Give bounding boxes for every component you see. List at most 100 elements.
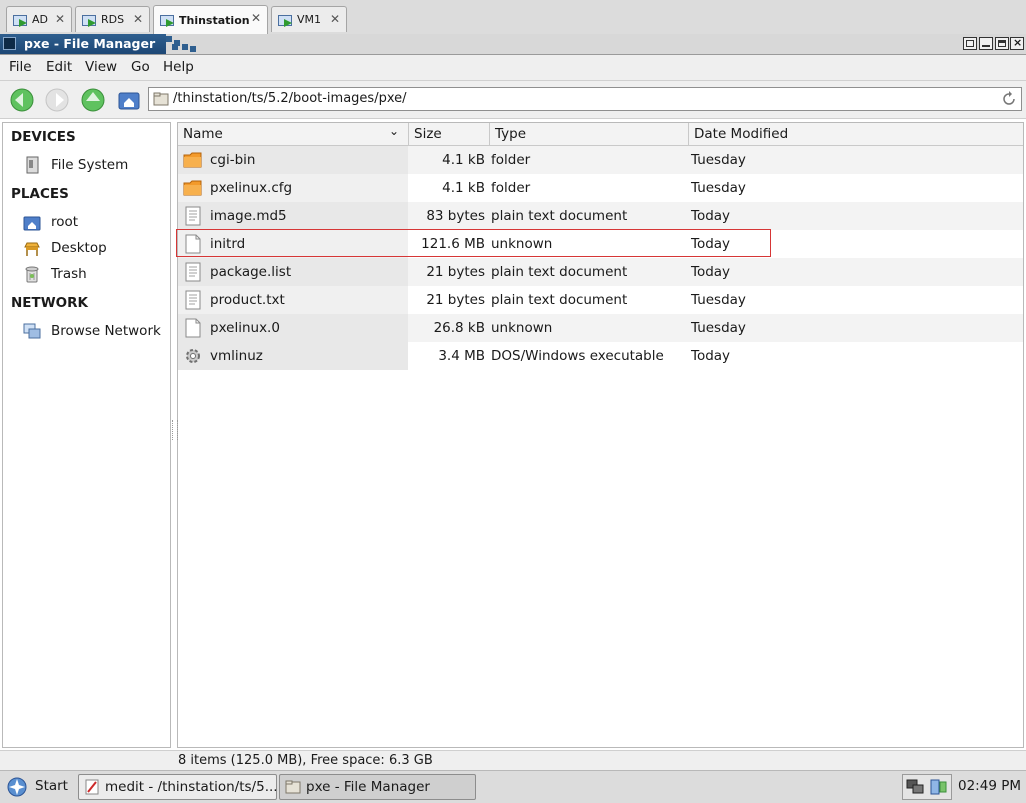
- up-button[interactable]: [80, 87, 106, 113]
- close-icon[interactable]: ✕: [330, 12, 340, 26]
- sidebar-item-label: Browse Network: [51, 323, 161, 339]
- file-type: DOS/Windows executable: [491, 348, 664, 364]
- location-path: /thinstation/ts/5.2/boot-images/pxe/: [173, 91, 407, 106]
- folder-icon: [285, 780, 301, 794]
- column-header-date-modified[interactable]: Date Modified: [688, 123, 1023, 146]
- remote-session-icon: [160, 13, 174, 27]
- file-type: plain text document: [491, 208, 628, 224]
- menu-go[interactable]: Go: [131, 59, 150, 75]
- tab-ad[interactable]: AD ✕: [6, 6, 72, 32]
- taskbar: Start medit - /thinstation/ts/5.... pxe …: [0, 770, 1026, 803]
- selection-highlight-box: [176, 229, 771, 257]
- table-row[interactable]: package.list 21 bytes plain text documen…: [178, 258, 1023, 286]
- start-logo-icon: [7, 777, 27, 797]
- desktop-icon: [24, 242, 40, 256]
- table-row[interactable]: cgi-bin 4.1 kB folder Tuesday: [178, 146, 1023, 174]
- file-date: Today: [691, 348, 731, 364]
- tab-label: RDS: [101, 13, 125, 26]
- menu-file[interactable]: File: [9, 59, 32, 75]
- reload-icon[interactable]: [1001, 91, 1017, 107]
- file-name: cgi-bin: [210, 152, 256, 168]
- taskbar-task-medit[interactable]: medit - /thinstation/ts/5....: [78, 774, 282, 800]
- back-button[interactable]: [9, 87, 35, 113]
- tab-label: AD: [32, 13, 48, 26]
- file-name: pxelinux.cfg: [210, 180, 293, 196]
- tab-label: VM1: [297, 13, 322, 26]
- up-arrow-icon: [81, 88, 105, 112]
- title-decoration: [166, 36, 200, 52]
- table-row[interactable]: vmlinuz 3.4 MB DOS/Windows executable To…: [178, 342, 1023, 370]
- minimize-button[interactable]: [979, 37, 993, 50]
- close-button[interactable]: ×: [1010, 36, 1024, 50]
- back-arrow-icon: [10, 88, 34, 112]
- sidebar-item-file-system[interactable]: File System: [21, 154, 169, 176]
- close-icon: ×: [1013, 36, 1023, 49]
- network-status-icon[interactable]: [906, 778, 926, 796]
- file-date: Tuesday: [691, 320, 746, 336]
- file-size: 83 bytes: [426, 208, 485, 224]
- table-row[interactable]: product.txt 21 bytes plain text document…: [178, 286, 1023, 314]
- text-file-icon: [185, 262, 201, 282]
- tab-rds[interactable]: RDS ✕: [75, 6, 150, 32]
- location-bar[interactable]: /thinstation/ts/5.2/boot-images/pxe/: [148, 87, 1022, 111]
- tab-vm1[interactable]: VM1 ✕: [271, 6, 347, 32]
- remote-session-icon: [278, 13, 292, 27]
- sidebar-item-desktop[interactable]: Desktop: [21, 237, 169, 259]
- menu-view[interactable]: View: [85, 59, 117, 75]
- sidebar-item-label: Trash: [51, 266, 87, 282]
- clock: 02:49 PM: [958, 778, 1021, 794]
- table-row[interactable]: image.md5 83 bytes plain text document T…: [178, 202, 1023, 230]
- folder-icon: [183, 152, 202, 168]
- file-size: 21 bytes: [426, 292, 485, 308]
- shade-button[interactable]: [963, 37, 977, 50]
- tab-thinstation[interactable]: Thinstation ✕: [153, 5, 268, 34]
- file-name: product.txt: [210, 292, 285, 308]
- folder-icon: [183, 180, 202, 196]
- window-menu-icon[interactable]: [3, 37, 16, 50]
- taskbar-task-file-manager[interactable]: pxe - File Manager: [279, 774, 476, 800]
- window-title-bar[interactable]: pxe - File Manager ×: [0, 34, 1026, 55]
- file-type: folder: [491, 152, 531, 168]
- close-icon[interactable]: ✕: [251, 11, 261, 25]
- executable-gear-icon: [186, 349, 200, 363]
- sidebar-item-trash[interactable]: Trash: [21, 263, 169, 285]
- table-row[interactable]: pxelinux.0 26.8 kB unknown Tuesday: [178, 314, 1023, 342]
- menu-help[interactable]: Help: [163, 59, 194, 75]
- remote-session-icon: [13, 13, 27, 27]
- status-bar: 8 items (125.0 MB), Free space: 6.3 GB: [0, 750, 1026, 771]
- trash-icon: [25, 266, 39, 283]
- file-size: 26.8 kB: [433, 320, 485, 336]
- close-icon[interactable]: ✕: [133, 12, 143, 26]
- drive-icon: [26, 156, 39, 174]
- task-label: medit - /thinstation/ts/5....: [105, 779, 282, 795]
- forward-button[interactable]: [44, 87, 70, 113]
- maximize-button[interactable]: [995, 37, 1009, 50]
- sidebar-heading-places: PLACES: [11, 186, 69, 202]
- sidebar-item-label: root: [51, 214, 79, 230]
- menu-edit[interactable]: Edit: [46, 59, 72, 75]
- network-icon: [23, 323, 41, 339]
- system-tray: [902, 774, 952, 800]
- sidebar-item-label: File System: [51, 157, 129, 173]
- column-header-name[interactable]: Name ⌄: [178, 123, 408, 146]
- column-header-size[interactable]: Size: [408, 123, 489, 146]
- tab-label: Thinstation: [179, 13, 250, 27]
- file-name: package.list: [210, 264, 292, 280]
- folder-icon: [153, 92, 169, 106]
- sidebar-item-browse-network[interactable]: Browse Network: [21, 320, 169, 342]
- close-icon[interactable]: ✕: [55, 12, 65, 26]
- sidebar: DEVICES File System PLACES root Desktop …: [2, 122, 171, 748]
- column-header-type[interactable]: Type: [489, 123, 688, 146]
- connection-status-icon[interactable]: [929, 778, 949, 796]
- sidebar-heading-devices: DEVICES: [11, 129, 76, 145]
- menu-bar: File Edit View Go Help: [0, 55, 1026, 81]
- home-button[interactable]: [116, 87, 142, 113]
- sidebar-item-root[interactable]: root: [21, 211, 169, 233]
- sidebar-heading-network: NETWORK: [11, 295, 88, 311]
- chevron-down-icon: ⌄: [389, 124, 400, 138]
- column-label: Size: [414, 126, 442, 142]
- table-row[interactable]: pxelinux.cfg 4.1 kB folder Tuesday: [178, 174, 1023, 202]
- file-type: plain text document: [491, 264, 628, 280]
- file-name: vmlinuz: [210, 348, 263, 364]
- pane-splitter[interactable]: [172, 420, 178, 440]
